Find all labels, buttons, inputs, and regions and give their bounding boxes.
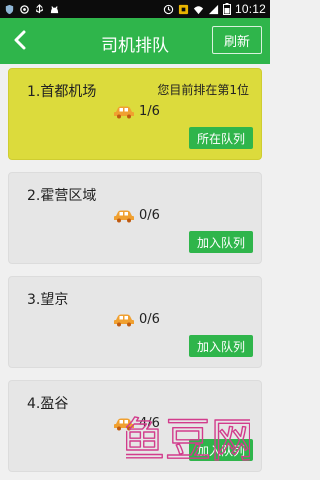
status-bar: 10:12 <box>0 0 270 18</box>
join-queue-button[interactable]: 加入队列 <box>189 231 253 253</box>
queue-name: 3.望京 <box>27 292 69 308</box>
queue-count: 4/6 <box>139 416 160 431</box>
usb-icon <box>36 3 43 13</box>
queue-card-3: 3.望京 0/6 加入队列 <box>8 276 262 368</box>
car-icon <box>114 106 134 119</box>
queue-card-2: 2.霍营区域 0/6 加入队列 <box>8 172 262 264</box>
app-header: 司机排队 刷新 <box>0 18 270 64</box>
car-icon <box>114 314 134 327</box>
status-time: 10:12 <box>234 2 266 16</box>
battery-icon <box>222 3 231 15</box>
android-icon <box>178 4 189 14</box>
cat-icon <box>50 5 59 13</box>
refresh-button[interactable]: 刷新 <box>212 26 262 54</box>
car-icon <box>114 418 134 431</box>
join-queue-button[interactable]: 加入队列 <box>189 335 253 357</box>
notification-icons <box>4 0 60 18</box>
car-icon <box>114 210 134 223</box>
queue-name: 4.盈谷 <box>27 396 69 412</box>
location-icon <box>20 4 29 14</box>
queue-card-4: 4.盈谷 4/6 加入队列 <box>8 380 262 472</box>
queue-count: 0/6 <box>139 208 160 223</box>
clock-icon <box>163 4 174 14</box>
wifi-icon <box>193 5 204 14</box>
signal-icon <box>208 4 219 14</box>
join-queue-button[interactable]: 加入队列 <box>189 439 253 461</box>
chevron-left-icon <box>14 30 26 50</box>
queue-count: 1/6 <box>139 104 160 119</box>
queue-name: 1.首都机场 <box>27 84 97 100</box>
queue-card-1: 1.首都机场 您目前排在第1位 1/6 所在队列 <box>8 68 262 160</box>
queue-count: 0/6 <box>139 312 160 327</box>
current-queue-button[interactable]: 所在队列 <box>189 127 253 149</box>
queue-name: 2.霍营区域 <box>27 188 97 204</box>
queue-position-note: 您目前排在第1位 <box>157 83 249 97</box>
shield-icon <box>5 4 14 14</box>
back-button[interactable] <box>8 26 32 54</box>
